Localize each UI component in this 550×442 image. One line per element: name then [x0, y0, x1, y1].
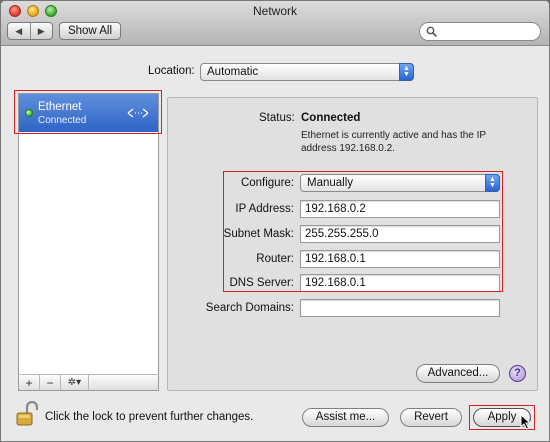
network-preferences-window: Network ◀ ▶ Show All Location: Automatic…: [0, 0, 550, 442]
status-value: Connected: [301, 112, 361, 124]
popup-arrows-icon: ▲ ▼: [399, 63, 414, 81]
search-icon: [426, 26, 437, 37]
toolbar: Network ◀ ▶ Show All: [1, 1, 549, 46]
location-value: Automatic: [207, 66, 259, 78]
assist-me-button[interactable]: Assist me...: [302, 408, 389, 427]
back-button[interactable]: ◀: [8, 23, 31, 39]
back-forward-control: ◀ ▶: [7, 22, 53, 40]
service-name: Ethernet: [38, 101, 82, 113]
status-description: Ethernet is currently active and has the…: [301, 130, 486, 154]
location-popup[interactable]: Automatic ▲ ▼: [200, 63, 414, 81]
location-label: Location:: [148, 65, 195, 77]
ethernet-arrows-icon: [127, 108, 149, 118]
status-indicator-green: [25, 109, 33, 117]
cursor-icon: [520, 414, 532, 430]
ip-address-field[interactable]: 192.168.0.2: [300, 200, 500, 218]
configure-popup[interactable]: Manually ▲ ▼: [300, 174, 500, 192]
help-button[interactable]: ?: [509, 365, 526, 382]
action-gear-button[interactable]: ✲▾: [61, 375, 89, 390]
subnet-mask-field[interactable]: 255.255.255.0: [300, 225, 500, 243]
ip-address-label: IP Address:: [235, 203, 294, 215]
dns-server-label: DNS Server:: [229, 277, 294, 289]
configure-label: Configure:: [240, 177, 294, 189]
search-field[interactable]: [419, 22, 541, 41]
service-status: Connected: [38, 115, 87, 126]
subnet-mask-label: Subnet Mask:: [223, 228, 294, 240]
lock-message: Click the lock to prevent further change…: [45, 411, 254, 423]
show-all-button[interactable]: Show All: [59, 22, 121, 40]
forward-button[interactable]: ▶: [31, 23, 53, 39]
lock-icon[interactable]: [16, 401, 38, 427]
service-list: Ethernet Connected: [18, 93, 159, 375]
service-item-ethernet[interactable]: Ethernet Connected: [19, 94, 158, 132]
remove-service-button[interactable]: −: [40, 375, 61, 390]
search-domains-label: Search Domains:: [205, 302, 294, 314]
service-list-controls: + − ✲▾: [18, 374, 159, 391]
search-domains-field[interactable]: [300, 299, 500, 317]
router-label: Router:: [256, 253, 294, 265]
configure-value: Manually: [307, 177, 354, 189]
status-label: Status:: [259, 112, 295, 124]
window-title: Network: [252, 4, 297, 18]
advanced-button[interactable]: Advanced...: [416, 364, 500, 383]
router-field[interactable]: 192.168.0.1: [300, 250, 500, 268]
revert-button[interactable]: Revert: [400, 408, 462, 427]
popup-arrows-icon: ▲ ▼: [485, 174, 500, 192]
add-service-button[interactable]: +: [19, 375, 40, 390]
dns-server-field[interactable]: 192.168.0.1: [300, 274, 500, 292]
